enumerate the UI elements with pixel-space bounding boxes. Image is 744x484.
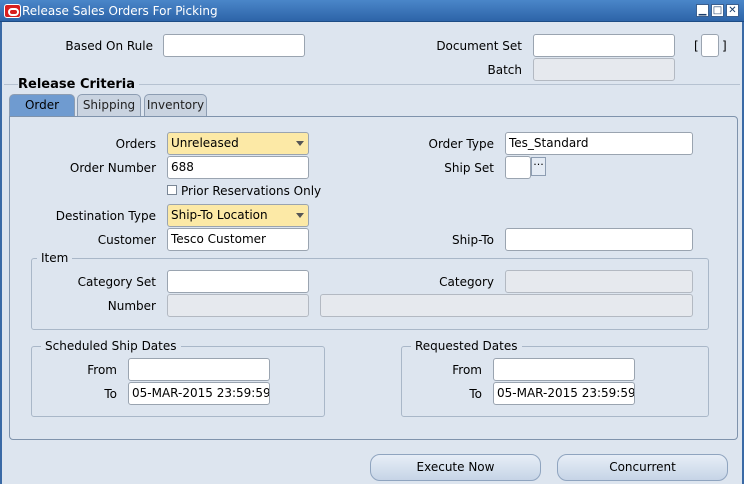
ship-set-field[interactable] bbox=[505, 156, 531, 179]
destination-type-value: Ship-To Location bbox=[171, 208, 268, 222]
destination-type-label: Destination Type bbox=[55, 209, 156, 223]
orders-select[interactable]: Unreleased bbox=[167, 132, 309, 155]
destination-type-select[interactable]: Ship-To Location bbox=[167, 204, 309, 227]
scheduled-from-field[interactable] bbox=[128, 358, 270, 381]
category-field bbox=[505, 270, 693, 293]
item-group-title: Item bbox=[37, 251, 73, 265]
item-number-field bbox=[167, 294, 309, 317]
customer-label: Customer bbox=[97, 233, 156, 247]
window-title-bar: Release Sales Orders For Picking ▁ □ ✕ bbox=[0, 0, 744, 22]
window-title: Release Sales Orders For Picking bbox=[22, 4, 218, 18]
tab-order[interactable]: Order bbox=[9, 94, 75, 116]
execute-now-button[interactable]: Execute Now bbox=[370, 454, 541, 481]
ship-to-label: Ship-To bbox=[451, 233, 494, 247]
scheduled-ship-dates-title: Scheduled Ship Dates bbox=[41, 339, 181, 353]
order-type-label: Order Type bbox=[428, 137, 494, 151]
ship-set-label: Ship Set bbox=[444, 161, 494, 175]
category-label: Category bbox=[439, 275, 494, 289]
release-criteria-title: Release Criteria bbox=[18, 77, 140, 92]
based-on-rule-field[interactable] bbox=[163, 34, 305, 57]
order-type-field[interactable]: Tes_Standard bbox=[505, 132, 693, 155]
ship-to-field[interactable] bbox=[505, 228, 693, 251]
flex-bracket-open: [ bbox=[694, 39, 699, 53]
chevron-down-icon bbox=[296, 213, 304, 218]
concurrent-button[interactable]: Concurrent bbox=[557, 454, 728, 481]
scheduled-to-field[interactable]: 05-MAR-2015 23:59:59 bbox=[128, 382, 270, 405]
orders-label: Orders bbox=[115, 137, 156, 151]
flex-bracket-close: ] bbox=[722, 39, 727, 53]
customer-field[interactable]: Tesco Customer bbox=[167, 228, 309, 251]
document-set-field[interactable] bbox=[533, 34, 675, 57]
tab-inventory[interactable]: Inventory bbox=[144, 94, 207, 116]
category-set-field[interactable] bbox=[167, 270, 309, 293]
order-number-label: Order Number bbox=[69, 161, 156, 175]
orders-select-value: Unreleased bbox=[171, 136, 239, 150]
requested-from-label: From bbox=[452, 363, 482, 377]
requested-from-field[interactable] bbox=[493, 358, 635, 381]
requested-dates-title: Requested Dates bbox=[411, 339, 522, 353]
prior-reservations-checkbox[interactable] bbox=[167, 185, 177, 195]
maximize-icon[interactable]: □ bbox=[711, 4, 724, 17]
scheduled-to-label: To bbox=[104, 387, 117, 401]
batch-label: Batch bbox=[487, 63, 523, 77]
item-number-label: Number bbox=[107, 299, 156, 313]
minimize-icon[interactable]: ▁ bbox=[696, 4, 709, 17]
prior-reservations-label: Prior Reservations Only bbox=[181, 184, 322, 198]
close-icon[interactable]: ✕ bbox=[726, 4, 739, 17]
category-set-label: Category Set bbox=[77, 275, 156, 289]
requested-to-field[interactable]: 05-MAR-2015 23:59:59 bbox=[493, 382, 635, 405]
based-on-rule-label: Based On Rule bbox=[65, 39, 153, 53]
list-of-values-button[interactable]: ··· bbox=[531, 157, 546, 176]
document-set-label: Document Set bbox=[436, 39, 522, 53]
descriptive-flexfield[interactable] bbox=[701, 34, 719, 57]
scheduled-from-label: From bbox=[87, 363, 117, 377]
order-number-field[interactable]: 688 bbox=[167, 156, 309, 179]
tab-shipping[interactable]: Shipping bbox=[77, 94, 141, 116]
chevron-down-icon bbox=[296, 141, 304, 146]
oracle-logo-icon bbox=[4, 4, 21, 18]
batch-field bbox=[533, 58, 675, 81]
requested-to-label: To bbox=[469, 387, 482, 401]
item-description-field bbox=[320, 294, 693, 317]
